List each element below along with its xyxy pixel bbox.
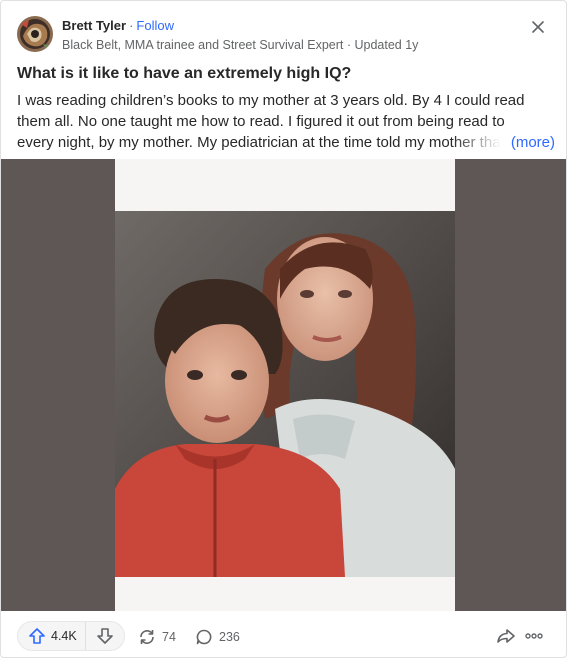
comment-count: 236 (219, 630, 240, 644)
comment-button[interactable]: 236 (195, 628, 240, 646)
share-arrow-icon (497, 629, 515, 643)
answer-preview[interactable]: I was reading children’s books to my mot… (17, 90, 557, 153)
reshare-button[interactable]: 74 (138, 628, 176, 646)
downvote-button[interactable] (86, 627, 114, 645)
answer-image[interactable] (1, 159, 566, 611)
action-bar: 4.4K 74 236 (1, 613, 566, 657)
answer-line-2: them all. No one taught me how to read. … (17, 113, 505, 130)
answer-line-3: every night, by my mother. My pediatrici… (17, 134, 501, 151)
more-link[interactable]: (more) (508, 132, 555, 153)
answer-card: Brett Tyler · Follow Black Belt, MMA train… (0, 0, 567, 658)
close-icon (532, 21, 544, 33)
reshare-count: 74 (162, 630, 176, 644)
share-button[interactable] (496, 627, 516, 650)
upvote-count: 4.4K (51, 629, 77, 643)
more-options-button[interactable] (524, 627, 544, 650)
comment-icon (196, 629, 212, 645)
photo-print (115, 159, 455, 611)
author-line: Brett Tyler · Follow (62, 17, 174, 35)
answer-header: Brett Tyler · Follow Black Belt, MMA train… (17, 15, 554, 55)
vote-pill: 4.4K (17, 621, 125, 651)
author-credential[interactable]: Black Belt, MMA trainee and Street Survi… (62, 37, 418, 53)
close-button[interactable] (528, 17, 548, 37)
author-avatar[interactable] (17, 16, 53, 52)
downvote-arrow-icon (96, 628, 113, 644)
reshare-icon (140, 630, 154, 644)
old-photo-icon (115, 159, 455, 611)
ellipsis-icon (525, 633, 543, 639)
author-name[interactable]: Brett Tyler (62, 18, 126, 33)
name-separator: · (129, 18, 134, 33)
question-title[interactable]: What is it like to have an extremely hig… (17, 63, 550, 85)
answer-line-3-wrap: every night, by my mother. My pediatrici… (17, 132, 557, 153)
upvote-arrow-icon (29, 628, 45, 644)
follow-button[interactable]: Follow (136, 18, 174, 33)
answer-line-1: I was reading children’s books to my mot… (17, 92, 525, 109)
upvote-button[interactable]: 4.4K (18, 622, 86, 650)
